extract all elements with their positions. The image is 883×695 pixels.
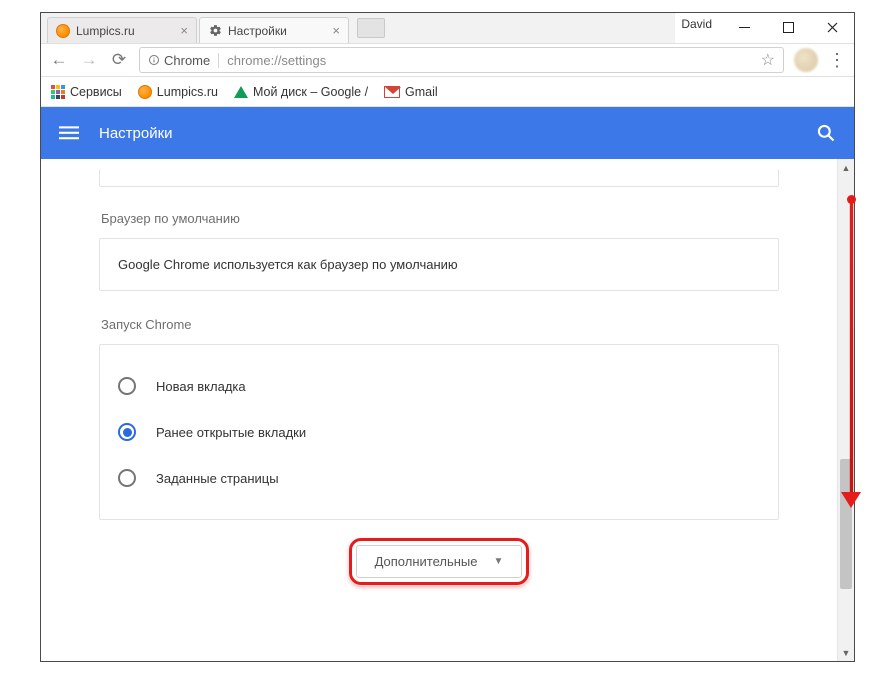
- back-icon[interactable]: ←: [49, 50, 69, 70]
- radio-icon[interactable]: [118, 469, 136, 487]
- annotation-highlight: Дополнительные ▼: [349, 538, 530, 585]
- tab-settings[interactable]: Настройки ×: [199, 17, 349, 43]
- navbar: ← → ⟳ Chrome chrome://settings ☆ ⋮: [41, 43, 854, 77]
- close-icon[interactable]: ×: [332, 23, 340, 38]
- reload-icon[interactable]: ⟳: [109, 50, 129, 70]
- minimize-button[interactable]: [722, 13, 766, 41]
- radio-label: Ранее открытые вкладки: [156, 425, 306, 440]
- advanced-toggle-button[interactable]: Дополнительные ▼: [356, 545, 523, 578]
- tab-label: Настройки: [228, 24, 287, 38]
- favicon-lumpics: [56, 24, 70, 38]
- new-tab-button[interactable]: [357, 18, 385, 38]
- gmail-icon: [384, 86, 400, 98]
- scroll-down-icon[interactable]: ▼: [838, 644, 854, 661]
- apps-label: Сервисы: [70, 85, 122, 99]
- startup-option-continue[interactable]: Ранее открытые вкладки: [118, 409, 760, 455]
- browser-window: Lumpics.ru × Настройки × David: [40, 12, 855, 662]
- startup-option-specific-pages[interactable]: Заданные страницы: [118, 455, 760, 501]
- previous-section-fragment: [99, 169, 779, 187]
- tab-label: Lumpics.ru: [76, 24, 135, 38]
- section-label-default-browser: Браузер по умолчанию: [101, 211, 779, 226]
- content-row: Браузер по умолчанию Google Chrome испол…: [41, 159, 854, 661]
- advanced-label: Дополнительные: [375, 554, 478, 569]
- bookmark-gmail[interactable]: Gmail: [384, 85, 438, 99]
- startup-card: Новая вкладка Ранее открытые вкладки Зад…: [99, 344, 779, 520]
- close-icon[interactable]: ×: [180, 23, 188, 38]
- bookmark-label: Gmail: [405, 85, 438, 99]
- omnibox-chip: Chrome: [148, 53, 219, 68]
- scroll-thumb[interactable]: [840, 459, 852, 589]
- tab-lumpics[interactable]: Lumpics.ru ×: [47, 17, 197, 43]
- scrollbar[interactable]: ▲ ▼: [837, 159, 854, 661]
- bookmark-label: Мой диск – Google /: [253, 85, 368, 99]
- hamburger-icon[interactable]: [59, 123, 79, 143]
- scroll-up-icon[interactable]: ▲: [838, 159, 854, 176]
- radio-label: Заданные страницы: [156, 471, 279, 486]
- forward-icon: →: [79, 50, 99, 70]
- radio-icon[interactable]: [118, 423, 136, 441]
- maximize-button[interactable]: [766, 13, 810, 41]
- chevron-down-icon: ▼: [494, 556, 504, 567]
- window-close-button[interactable]: [810, 13, 854, 41]
- titlebar: Lumpics.ru × Настройки × David: [41, 13, 854, 43]
- bookmarks-bar: Сервисы Lumpics.ru Мой диск – Google / G…: [41, 77, 854, 107]
- bookmark-star-icon[interactable]: ☆: [761, 50, 775, 70]
- default-browser-card: Google Chrome используется как браузер п…: [99, 238, 779, 291]
- tabs-strip: Lumpics.ru × Настройки ×: [41, 13, 675, 43]
- bookmark-label: Lumpics.ru: [157, 85, 218, 99]
- settings-content[interactable]: Браузер по умолчанию Google Chrome испол…: [41, 159, 837, 661]
- apps-shortcut[interactable]: Сервисы: [51, 85, 122, 99]
- favicon-lumpics: [138, 85, 152, 99]
- drive-icon: [234, 86, 248, 98]
- omnibox[interactable]: Chrome chrome://settings ☆: [139, 47, 784, 73]
- gear-icon: [208, 24, 222, 38]
- window-user[interactable]: David: [675, 13, 722, 31]
- bookmark-drive[interactable]: Мой диск – Google /: [234, 85, 368, 99]
- search-icon[interactable]: [816, 123, 836, 143]
- omnibox-chip-label: Chrome: [164, 53, 210, 68]
- bookmark-lumpics[interactable]: Lumpics.ru: [138, 85, 218, 99]
- radio-label: Новая вкладка: [156, 379, 246, 394]
- settings-title: Настройки: [99, 125, 796, 142]
- apps-grid-icon: [51, 85, 65, 99]
- section-label-startup: Запуск Chrome: [101, 317, 779, 332]
- window-controls: [722, 13, 854, 41]
- omnibox-url: chrome://settings: [227, 53, 326, 68]
- settings-header: Настройки: [41, 107, 854, 159]
- kebab-menu-icon[interactable]: ⋮: [828, 51, 846, 69]
- profile-avatar[interactable]: [794, 48, 818, 72]
- startup-option-new-tab[interactable]: Новая вкладка: [118, 363, 760, 409]
- radio-icon[interactable]: [118, 377, 136, 395]
- default-browser-status: Google Chrome используется как браузер п…: [118, 257, 458, 272]
